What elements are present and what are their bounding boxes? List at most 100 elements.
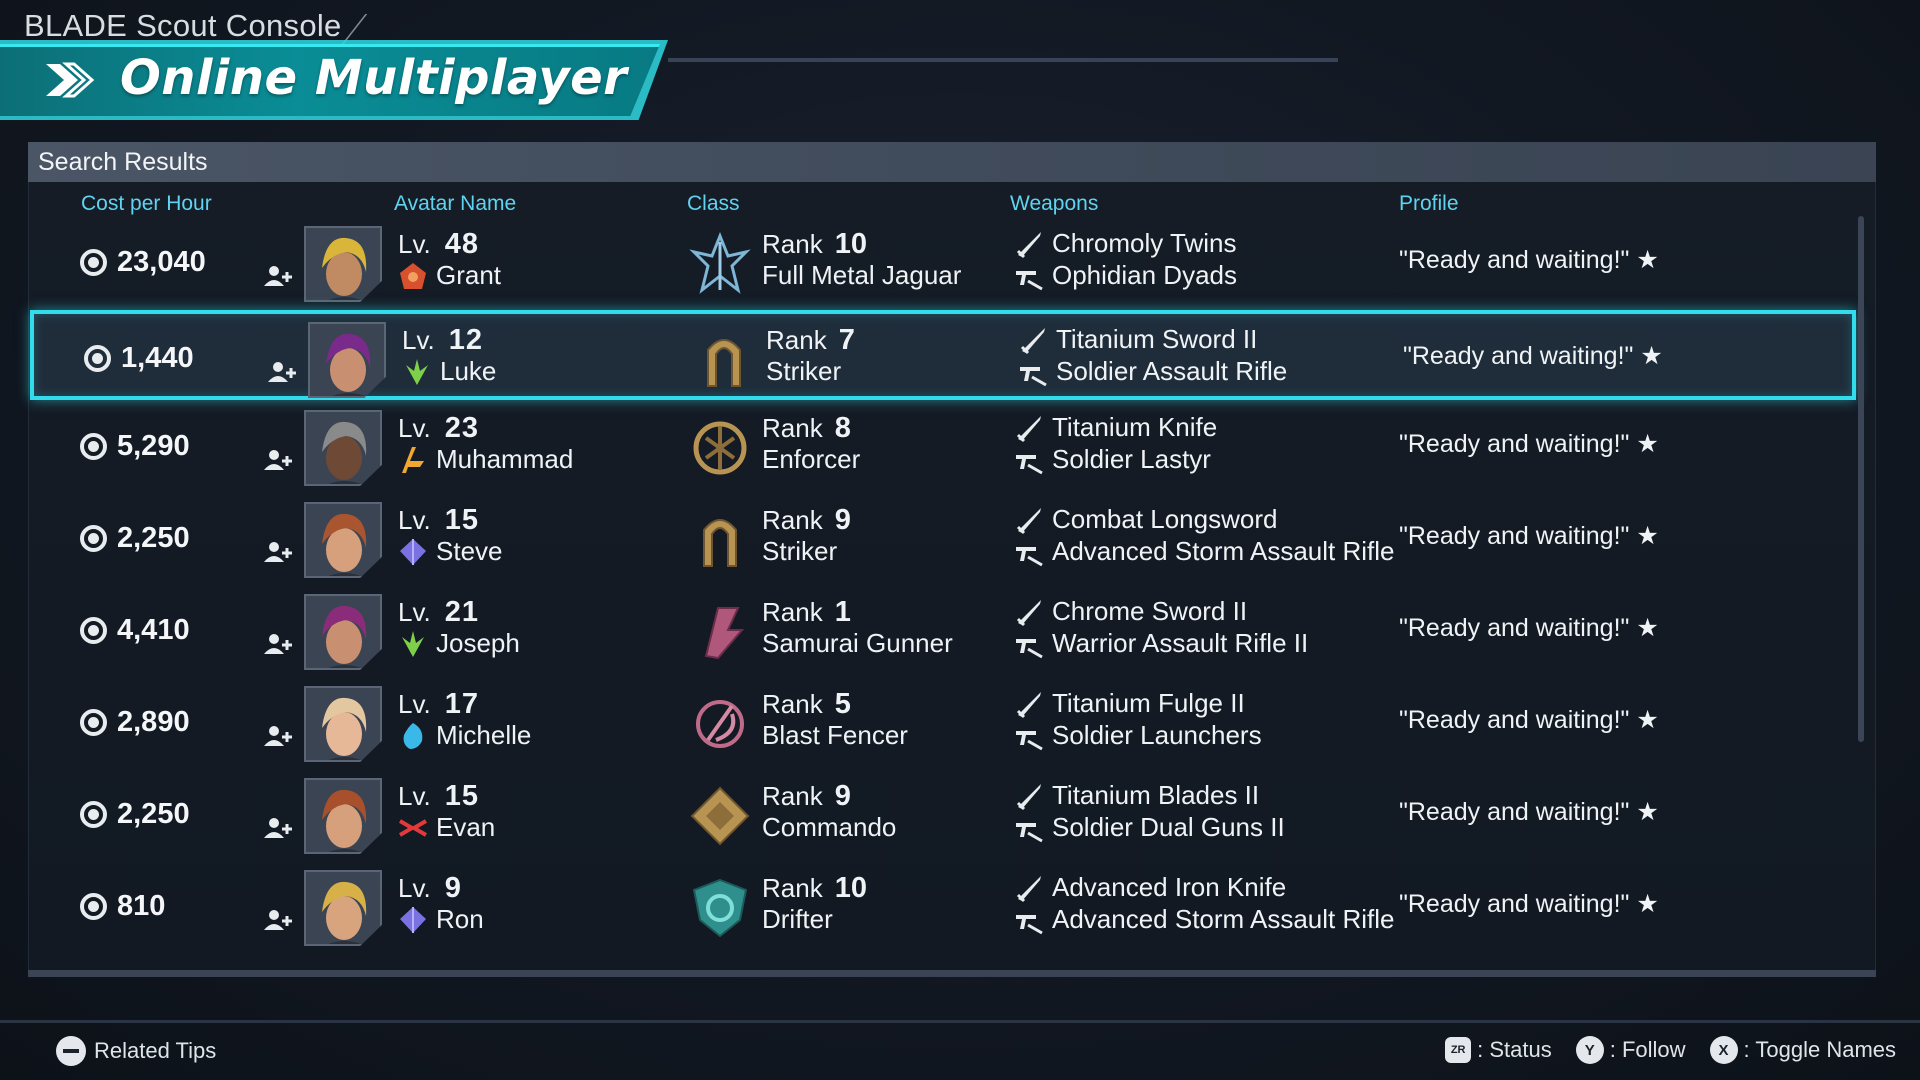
result-row[interactable]: 4,410 Lv. 21 Joseph Rank 1 Samurai Gunne… xyxy=(30,586,1856,676)
result-row[interactable]: 1,440 Lv. 12 Luke Rank 7 Striker Titaniu… xyxy=(30,310,1856,400)
result-row[interactable]: 23,040 Lv. 48 Grant Rank 10 Full Metal J… xyxy=(30,218,1856,308)
credit-icon xyxy=(80,801,107,828)
credit-icon xyxy=(80,893,107,920)
cost-per-hour: 2,250 xyxy=(80,798,260,831)
class-emblem-icon xyxy=(689,232,751,294)
credit-icon xyxy=(80,709,107,736)
class-name: Samurai Gunner xyxy=(762,628,953,658)
related-tips-button[interactable]: Related Tips xyxy=(56,1036,216,1066)
class-rank: Rank 10 xyxy=(762,228,867,260)
column-header-profile: Profile xyxy=(1399,192,1459,215)
crystal-element-icon xyxy=(400,538,426,565)
ranged-weapon: Warrior Assault Rifle II xyxy=(1014,628,1308,659)
follow-hint: : Follow xyxy=(1609,1037,1686,1062)
add-friend-icon[interactable] xyxy=(262,540,294,564)
class-emblem-icon xyxy=(696,700,744,748)
cost-value: 1,440 xyxy=(121,342,194,374)
level-value: 12 xyxy=(448,324,484,356)
avatar-name: Grant xyxy=(398,260,501,291)
result-row[interactable]: 2,250 Lv. 15 Steve Rank 9 Striker Combat… xyxy=(30,494,1856,584)
cost-per-hour: 810 xyxy=(80,890,260,923)
minus-button-icon xyxy=(56,1036,86,1066)
cost-per-hour: 4,410 xyxy=(80,614,260,647)
profile-message: "Ready and waiting!" ★ xyxy=(1399,614,1659,642)
column-header-class: Class xyxy=(687,192,740,215)
melee-weapon: Titanium Fulge II xyxy=(1014,688,1245,719)
rank-value: 10 xyxy=(834,872,867,904)
profile-message: "Ready and waiting!" ★ xyxy=(1403,342,1663,370)
class-emblem-icon xyxy=(703,519,737,567)
add-friend-icon[interactable] xyxy=(262,816,294,840)
add-friend-icon[interactable] xyxy=(262,448,294,472)
melee-weapon-icon xyxy=(1016,599,1041,626)
ranged-weapon: Advanced Storm Assault Rifle xyxy=(1014,536,1395,567)
result-row[interactable]: 2,250 Lv. 15 Evan Rank 9 Commando Titani… xyxy=(30,770,1856,860)
status-hint: : Status xyxy=(1477,1037,1552,1062)
level-value: 48 xyxy=(444,228,480,260)
class-name: Drifter xyxy=(762,904,833,934)
avatar-portrait xyxy=(304,410,382,486)
class-rank: Rank 5 xyxy=(762,688,851,720)
result-row[interactable]: 2,890 Lv. 17 Michelle Rank 5 Blast Fence… xyxy=(30,678,1856,768)
melee-weapon-icon xyxy=(1020,327,1045,354)
level-value: 9 xyxy=(444,872,462,904)
avatar-level: Lv. 15 xyxy=(398,780,480,812)
add-friend-icon[interactable] xyxy=(266,360,298,384)
melee-weapon: Titanium Sword II xyxy=(1018,324,1257,355)
profile-message: "Ready and waiting!" ★ xyxy=(1399,522,1659,550)
avatar-level: Lv. 23 xyxy=(398,412,480,444)
ice-element-icon xyxy=(403,722,423,749)
avatar-portrait xyxy=(308,322,386,398)
profile-message: "Ready and waiting!" ★ xyxy=(1399,890,1659,918)
cost-value: 2,250 xyxy=(117,798,190,830)
class-rank: Rank 1 xyxy=(762,596,851,628)
melee-weapon-icon xyxy=(1016,507,1041,534)
class-name: Enforcer xyxy=(762,444,861,474)
avatar-level: Lv. 21 xyxy=(398,596,480,628)
avatar-level: Lv. 17 xyxy=(398,688,480,720)
screen-title: Online Multiplayer xyxy=(120,50,628,106)
zr-button-icon[interactable]: ZR xyxy=(1445,1037,1472,1063)
melee-weapon: Combat Longsword xyxy=(1014,504,1277,535)
rank-value: 9 xyxy=(834,504,851,536)
add-friend-icon[interactable] xyxy=(262,724,294,748)
avatar-level: Lv. 48 xyxy=(398,228,480,260)
avatar-portrait xyxy=(304,686,382,762)
x-button-icon[interactable]: X xyxy=(1709,1036,1738,1064)
add-friend-icon[interactable] xyxy=(262,908,294,932)
y-button-icon[interactable]: Y xyxy=(1575,1036,1604,1064)
class-name: Striker xyxy=(766,356,842,386)
cost-value: 2,890 xyxy=(117,706,190,738)
avatar-portrait xyxy=(304,594,382,670)
cost-per-hour: 23,040 xyxy=(80,246,260,279)
ranged-weapon-icon xyxy=(1016,730,1043,750)
add-friend-icon[interactable] xyxy=(262,632,294,656)
related-tips-label: Related Tips xyxy=(94,1038,217,1063)
ranged-weapon: Soldier Launchers xyxy=(1014,720,1262,751)
add-friend-icon[interactable] xyxy=(262,264,294,288)
rank-value: 8 xyxy=(834,412,851,444)
cost-value: 4,410 xyxy=(117,614,190,646)
column-header-avatar: Avatar Name xyxy=(394,192,517,215)
result-row[interactable]: 810 Lv. 9 Ron Rank 10 Drifter Advanced I… xyxy=(30,862,1856,952)
cost-per-hour: 2,890 xyxy=(80,706,260,739)
panel-header xyxy=(28,142,1876,182)
class-rank: Rank 9 xyxy=(762,504,851,536)
avatar-name: Luke xyxy=(402,356,496,387)
class-emblem-icon xyxy=(707,339,741,387)
cost-per-hour: 5,290 xyxy=(80,430,260,463)
class-emblem-icon xyxy=(693,421,747,475)
ranged-weapon-icon xyxy=(1016,546,1043,566)
avatar-portrait xyxy=(304,870,382,946)
ranged-weapon: Soldier Dual Guns II xyxy=(1014,812,1285,843)
electric-element-icon xyxy=(398,818,428,837)
ranged-weapon: Soldier Lastyr xyxy=(1014,444,1211,475)
melee-weapon-icon xyxy=(1016,231,1041,258)
button-hints: ZR : Status Y : Follow X : Toggle Names xyxy=(1421,1036,1896,1064)
result-row[interactable]: 5,290 Lv. 23 Muhammad Rank 8 Enforcer Ti… xyxy=(30,402,1856,492)
scrollbar[interactable] xyxy=(1858,216,1864,742)
level-value: 15 xyxy=(444,504,480,536)
avatar-portrait xyxy=(304,502,382,578)
rank-value: 1 xyxy=(834,596,851,628)
fire-element-icon xyxy=(400,262,426,289)
